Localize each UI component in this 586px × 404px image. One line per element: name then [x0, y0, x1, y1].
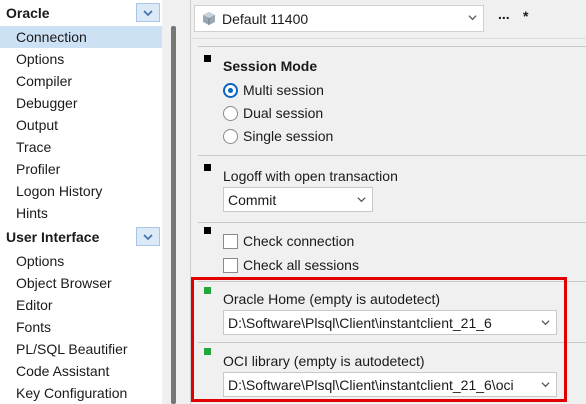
header-separator	[190, 38, 586, 39]
logoff-value: Commit	[228, 191, 277, 208]
radio-label: Dual session	[243, 105, 324, 121]
session-mode-section: Session Mode Multi session Dual session …	[198, 46, 586, 149]
radio-selected-icon[interactable]	[223, 82, 238, 98]
preferences-nav: Oracle Connection Options Compiler Debug…	[0, 0, 170, 404]
nav-item-code-assistant[interactable]: Code Assistant	[0, 360, 170, 382]
nav-item-object-browser[interactable]: Object Browser	[0, 272, 170, 294]
nav-group-label: User Interface	[6, 229, 100, 245]
nav-item-compiler[interactable]: Compiler	[0, 70, 170, 92]
logoff-section: Logoff with open transaction Commit	[198, 155, 586, 217]
nav-item-profiler[interactable]: Profiler	[0, 158, 170, 180]
radio-multi-session[interactable]: Multi session	[223, 80, 324, 100]
modified-indicator	[204, 164, 211, 171]
nav-item-trace[interactable]: Trace	[0, 136, 170, 158]
nav-item-hints[interactable]: Hints	[0, 202, 170, 224]
highlight-box	[191, 277, 567, 402]
nav-group-label: Oracle	[6, 5, 50, 21]
collapse-group-button[interactable]	[136, 227, 160, 246]
radio-icon[interactable]	[223, 128, 238, 144]
radio-label: Single session	[243, 128, 334, 144]
modified-marker: *	[523, 8, 529, 24]
cube-icon	[203, 12, 215, 25]
nav-item-debugger[interactable]: Debugger	[0, 92, 170, 114]
session-mode-title: Session Mode	[223, 58, 318, 74]
checkbox-icon[interactable]	[223, 257, 238, 273]
nav-group-oracle[interactable]: Oracle	[0, 0, 170, 26]
chevron-down-icon	[143, 233, 153, 240]
chevron-down-icon	[143, 9, 153, 16]
nav-item-output[interactable]: Output	[0, 114, 170, 136]
radio-label: Multi session	[243, 82, 324, 98]
profile-value: Default 11400	[222, 10, 309, 27]
check-connection-checkbox[interactable]: Check connection	[223, 231, 354, 251]
more-button[interactable]: ...	[498, 6, 510, 22]
logoff-label: Logoff with open transaction	[223, 168, 398, 184]
nav-item-connection[interactable]: Connection	[0, 26, 162, 48]
nav-group-user-interface[interactable]: User Interface	[0, 224, 170, 250]
nav-scrollbar[interactable]	[171, 26, 176, 404]
radio-single-session[interactable]: Single session	[223, 126, 333, 146]
checkbox-label: Check all sessions	[243, 257, 359, 273]
logoff-select[interactable]: Commit	[223, 187, 373, 212]
modified-indicator	[204, 227, 211, 234]
nav-item-logon-history[interactable]: Logon History	[0, 180, 170, 202]
checks-section: Check connection Check all sessions	[198, 222, 586, 279]
modified-indicator	[204, 55, 211, 62]
nav-item-editor[interactable]: Editor	[0, 294, 170, 316]
profile-select[interactable]: Default 11400	[194, 5, 484, 32]
chevron-down-icon	[357, 197, 366, 203]
checkbox-label: Check connection	[243, 233, 355, 249]
check-all-sessions-checkbox[interactable]: Check all sessions	[223, 255, 359, 275]
collapse-group-button[interactable]	[136, 3, 160, 22]
nav-item-options[interactable]: Options	[0, 48, 170, 70]
radio-icon[interactable]	[223, 105, 238, 121]
radio-dual-session[interactable]: Dual session	[223, 103, 323, 123]
nav-item-plsql-beautifier[interactable]: PL/SQL Beautifier	[0, 338, 170, 360]
nav-item-key-configuration[interactable]: Key Configuration	[0, 382, 170, 404]
chevron-down-icon	[468, 15, 477, 21]
checkbox-icon[interactable]	[223, 233, 238, 249]
nav-item-fonts[interactable]: Fonts	[0, 316, 170, 338]
nav-item-ui-options[interactable]: Options	[0, 250, 170, 272]
